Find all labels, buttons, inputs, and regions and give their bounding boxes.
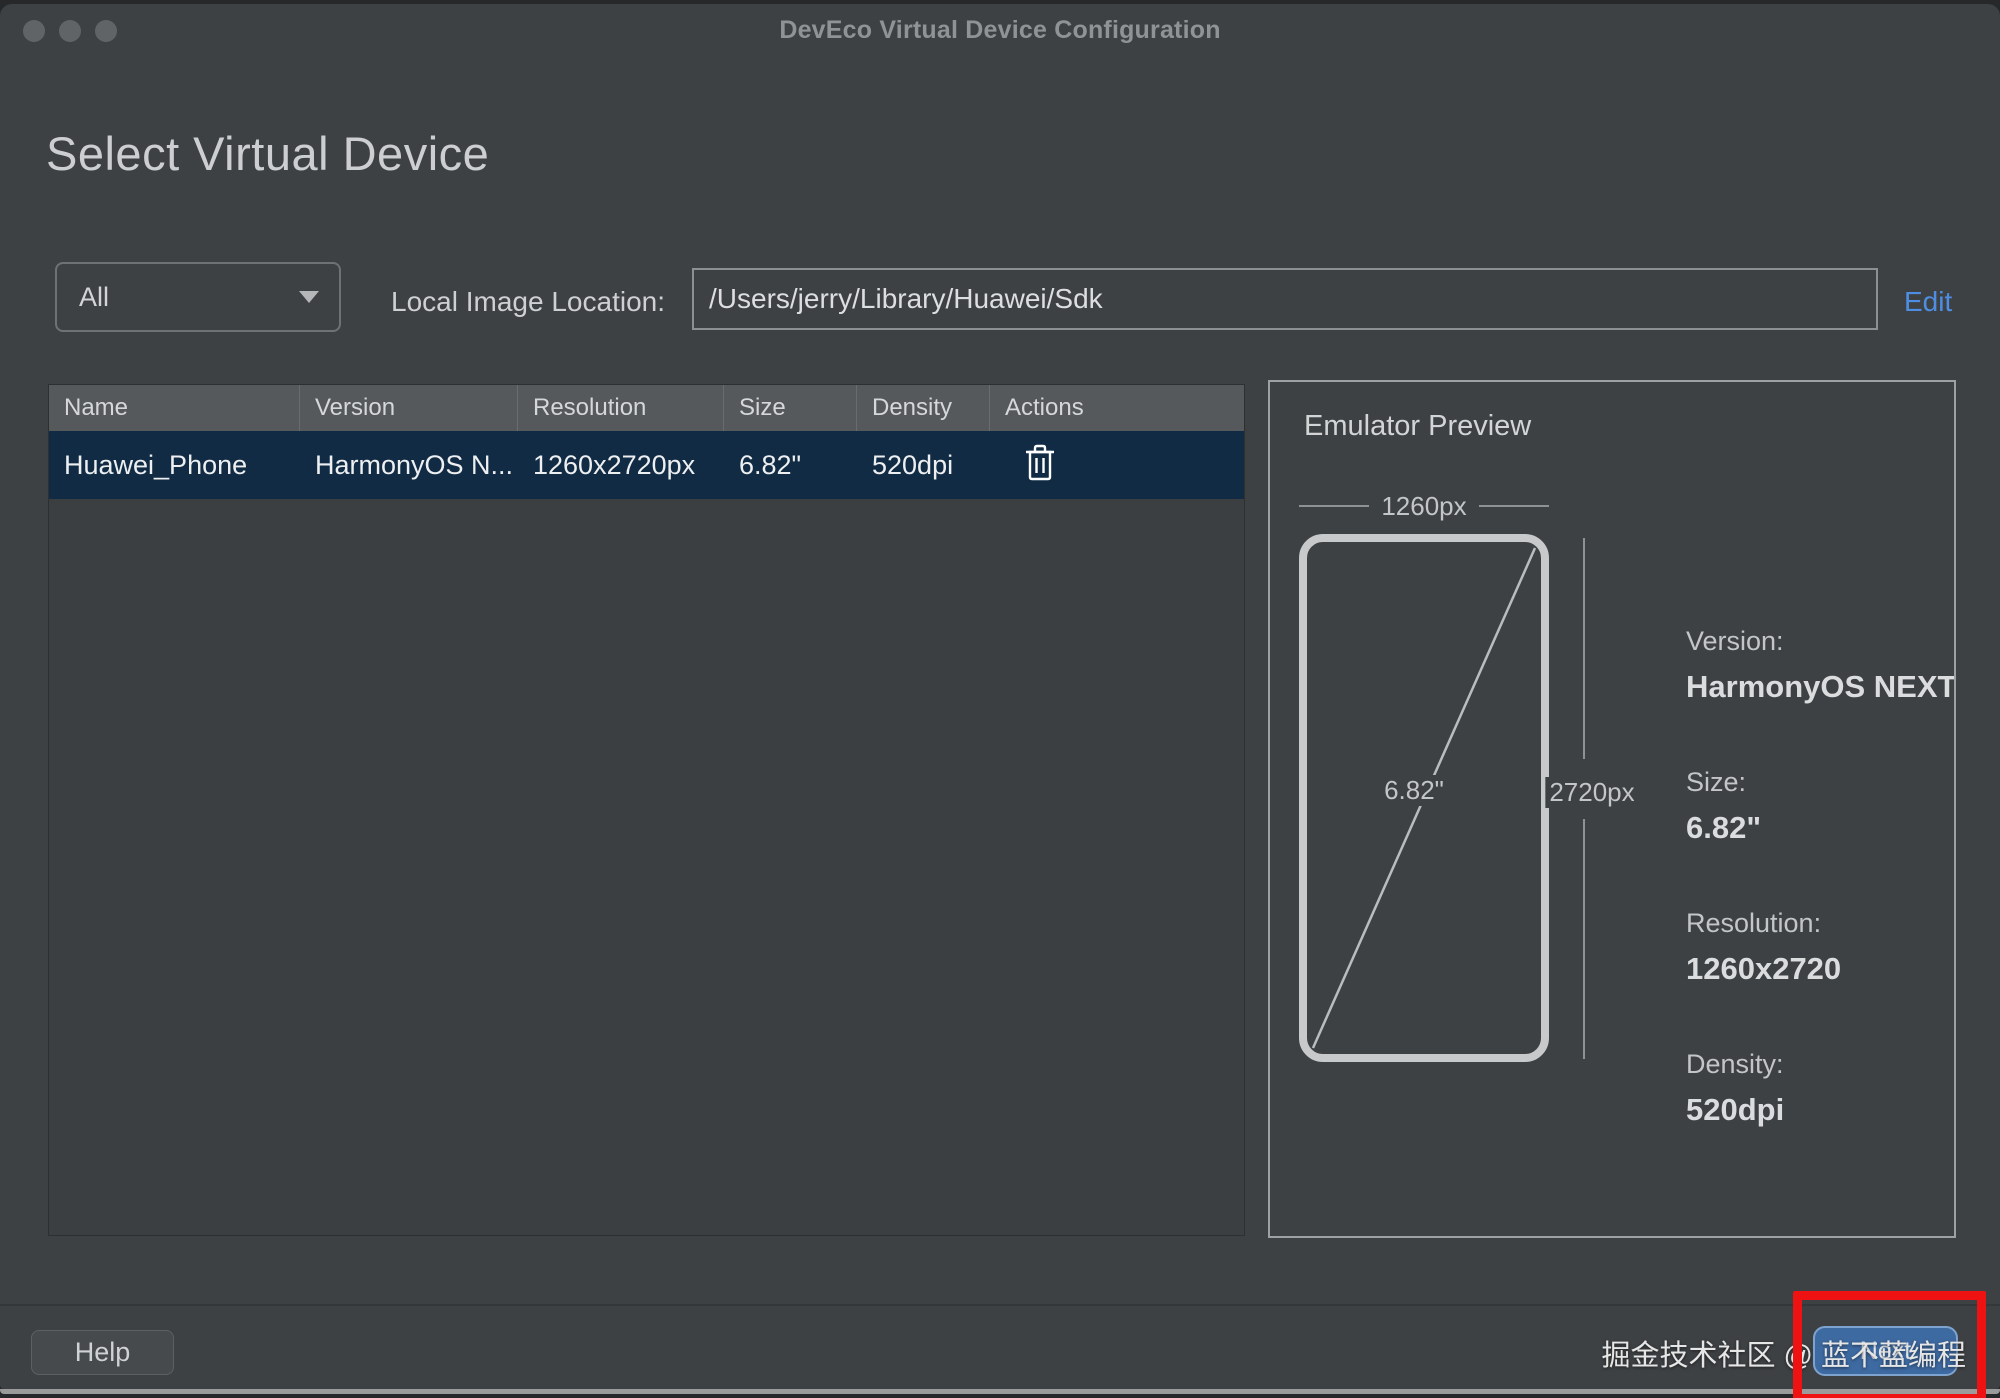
detail-density-value: 520dpi — [1686, 1092, 1956, 1128]
window-title: DevEco Virtual Device Configuration — [0, 16, 2000, 45]
local-image-location-value: /Users/jerry/Library/Huawei/Sdk — [709, 283, 1103, 315]
detail-version-value: HarmonyOS NEXT Be — [1686, 669, 1956, 705]
detail-resolution-label: Resolution: — [1686, 908, 1956, 939]
column-header-version[interactable]: Version — [300, 385, 518, 431]
device-row-huawei-phone[interactable]: Huawei_Phone HarmonyOS N... 1260x2720px … — [49, 431, 1244, 499]
help-button-label: Help — [75, 1337, 131, 1368]
column-header-actions[interactable]: Actions — [990, 385, 1244, 431]
width-dimension-label: 1260px — [1381, 491, 1466, 522]
device-filter-value: All — [79, 282, 299, 313]
emulator-preview-panel: Emulator Preview 1260px 6.82" 2720px Ver… — [1268, 380, 1956, 1238]
column-header-name[interactable]: Name — [49, 385, 300, 431]
detail-resolution-value: 1260x2720 — [1686, 951, 1956, 987]
device-size: 6.82" — [724, 450, 857, 481]
device-name: Huawei_Phone — [49, 450, 300, 481]
height-dimension-label: 2720px — [1545, 777, 1638, 808]
help-button[interactable]: Help — [31, 1330, 174, 1375]
detail-density-label: Density: — [1686, 1049, 1956, 1080]
column-header-density[interactable]: Density — [857, 385, 990, 431]
device-density: 520dpi — [857, 450, 990, 481]
dimension-line — [1479, 505, 1549, 507]
trash-icon — [1023, 443, 1057, 481]
column-header-size[interactable]: Size — [724, 385, 857, 431]
page-title: Select Virtual Device — [46, 126, 489, 181]
device-configuration-window: DevEco Virtual Device Configuration Sele… — [0, 4, 2000, 1389]
device-filter-dropdown[interactable]: All — [55, 262, 341, 332]
detail-size-label: Size: — [1686, 767, 1956, 798]
window-bottom-edge — [0, 1389, 2000, 1394]
local-image-location-label: Local Image Location: — [330, 286, 665, 318]
red-highlight-annotation — [1793, 1291, 1986, 1398]
width-dimension: 1260px — [1299, 492, 1549, 520]
detail-size-value: 6.82" — [1686, 810, 1956, 846]
height-dimension-line — [1583, 538, 1585, 759]
title-bar: DevEco Virtual Device Configuration — [0, 4, 2000, 58]
device-table: Name Version Resolution Size Density Act… — [48, 384, 1245, 1236]
device-resolution: 1260x2720px — [518, 450, 724, 481]
dimension-line — [1299, 505, 1369, 507]
detail-version-label: Version: — [1686, 626, 1956, 657]
diagonal-size-label: 6.82" — [1378, 775, 1450, 806]
delete-device-button[interactable] — [1023, 443, 1057, 481]
device-version: HarmonyOS N... — [300, 450, 518, 481]
chevron-down-icon — [299, 291, 319, 303]
device-details: Version: HarmonyOS NEXT Be Size: 6.82" R… — [1686, 626, 1956, 1190]
device-table-header: Name Version Resolution Size Density Act… — [49, 385, 1244, 431]
emulator-preview-title: Emulator Preview — [1304, 410, 1531, 443]
column-header-resolution[interactable]: Resolution — [518, 385, 724, 431]
local-image-location-field[interactable]: /Users/jerry/Library/Huawei/Sdk — [692, 268, 1878, 330]
footer-divider — [0, 1304, 2000, 1306]
height-dimension-line — [1583, 819, 1585, 1059]
edit-link[interactable]: Edit — [1904, 286, 1952, 318]
